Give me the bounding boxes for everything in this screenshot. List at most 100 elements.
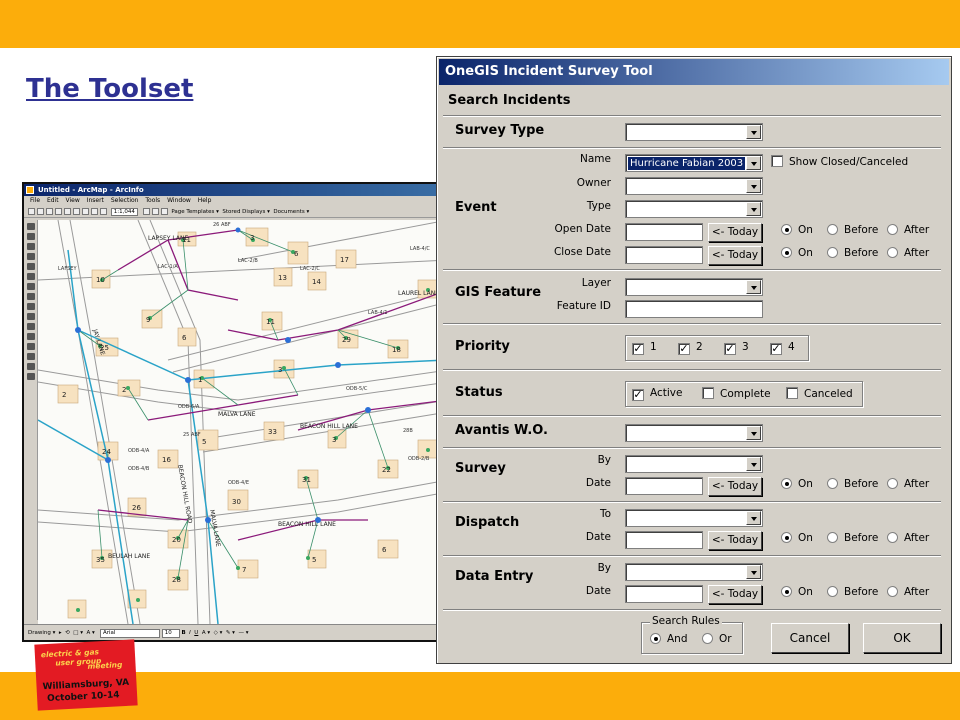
bold-button[interactable]: B xyxy=(181,630,185,636)
new-icon[interactable] xyxy=(28,208,35,215)
radio-icon[interactable] xyxy=(887,586,898,597)
checkbox-icon[interactable] xyxy=(771,155,783,167)
add-data-icon[interactable] xyxy=(100,208,107,215)
pan-icon[interactable] xyxy=(27,263,35,270)
menu-file[interactable]: File xyxy=(30,197,40,204)
radio-icon[interactable] xyxy=(887,247,898,258)
survey-before-radio[interactable]: Before xyxy=(827,478,878,490)
radio-icon[interactable] xyxy=(887,478,898,489)
print-icon[interactable] xyxy=(55,208,62,215)
radio-selected-icon[interactable] xyxy=(781,224,792,235)
chevron-down-icon[interactable] xyxy=(746,426,761,440)
radio-icon[interactable] xyxy=(702,633,713,644)
event-name-combo[interactable]: Hurricane Fabian 2003 xyxy=(625,154,763,172)
priority-2-checkbox[interactable]: ✓ 2 xyxy=(678,341,703,355)
scale-field[interactable]: 1:1,044 xyxy=(110,207,138,216)
menu-help[interactable]: Help xyxy=(198,197,212,204)
chevron-down-icon[interactable] xyxy=(746,565,761,579)
chevron-down-icon[interactable] xyxy=(746,125,761,139)
map-view[interactable]: LAPSEY LANE LAUREL LANE MALVA LANE BEACO… xyxy=(37,219,444,625)
open-date-on-radio[interactable]: On xyxy=(781,224,813,236)
radio-icon[interactable] xyxy=(827,586,838,597)
documents-menu[interactable]: Documents xyxy=(273,209,304,215)
chevron-down-icon[interactable] xyxy=(746,457,761,471)
priority-4-checkbox[interactable]: ✓ 4 xyxy=(770,341,795,355)
close-date-on-radio[interactable]: On xyxy=(781,247,813,259)
close-date-before-radio[interactable]: Before xyxy=(827,247,878,259)
menu-window[interactable]: Window xyxy=(167,197,191,204)
survey-type-combo[interactable] xyxy=(625,123,763,141)
priority-3-checkbox[interactable]: ✓ 3 xyxy=(724,341,749,355)
select-elements-icon[interactable] xyxy=(27,323,35,330)
survey-today-button[interactable]: <- Today xyxy=(708,477,762,496)
radio-selected-icon[interactable] xyxy=(650,633,661,644)
radio-icon[interactable] xyxy=(887,532,898,543)
zoom-out-icon[interactable] xyxy=(27,233,35,240)
data-entry-date-input[interactable] xyxy=(625,585,703,603)
delete-icon[interactable] xyxy=(91,208,98,215)
drawing-menu[interactable]: Drawing xyxy=(28,630,51,636)
page-templates-menu[interactable]: Page Templates xyxy=(171,209,214,215)
checkmark-icon[interactable]: ✓ xyxy=(632,343,644,355)
status-complete-checkbox[interactable]: Complete xyxy=(702,387,771,400)
ok-button[interactable]: OK xyxy=(863,623,941,653)
radio-icon[interactable] xyxy=(887,224,898,235)
find-icon[interactable] xyxy=(27,343,35,350)
font-size-select[interactable]: 10 xyxy=(161,629,180,638)
menu-selection[interactable]: Selection xyxy=(111,197,139,204)
catalog-icon[interactable] xyxy=(151,208,159,215)
owner-combo[interactable] xyxy=(625,177,763,195)
menu-insert[interactable]: Insert xyxy=(87,197,104,204)
dispatch-before-radio[interactable]: Before xyxy=(827,532,878,544)
checkbox-icon[interactable] xyxy=(702,387,714,399)
radio-selected-icon[interactable] xyxy=(781,532,792,543)
chevron-down-icon[interactable] xyxy=(746,156,761,170)
menu-tools[interactable]: Tools xyxy=(145,197,160,204)
save-icon[interactable] xyxy=(46,208,53,215)
dispatch-to-combo[interactable] xyxy=(625,509,763,527)
radio-selected-icon[interactable] xyxy=(781,247,792,258)
open-icon[interactable] xyxy=(37,208,44,215)
toolbox-icon[interactable] xyxy=(160,208,168,215)
checkmark-icon[interactable]: ✓ xyxy=(678,343,690,355)
radio-selected-icon[interactable] xyxy=(781,478,792,489)
dispatch-after-radio[interactable]: After xyxy=(887,532,929,544)
editor-icon[interactable] xyxy=(142,208,150,215)
fixed-zoom-in-icon[interactable] xyxy=(27,243,35,250)
open-date-input[interactable] xyxy=(625,223,703,241)
checkmark-icon[interactable]: ✓ xyxy=(724,343,736,355)
measure-icon[interactable] xyxy=(27,353,35,360)
radio-icon[interactable] xyxy=(827,224,838,235)
search-rule-and-radio[interactable]: And xyxy=(650,633,688,645)
feature-id-input[interactable] xyxy=(625,300,763,318)
data-entry-by-combo[interactable] xyxy=(625,563,763,581)
survey-date-input[interactable] xyxy=(625,477,703,495)
font-select[interactable]: Arial xyxy=(99,629,160,638)
data-entry-today-button[interactable]: <- Today xyxy=(708,585,762,604)
show-closed-checkbox[interactable]: Show Closed/Canceled xyxy=(771,155,908,168)
checkmark-icon[interactable]: ✓ xyxy=(770,343,782,355)
close-date-after-radio[interactable]: After xyxy=(887,247,929,259)
status-active-checkbox[interactable]: ✓ Active xyxy=(632,387,682,401)
italic-button[interactable]: I xyxy=(189,630,191,636)
zoom-in-icon[interactable] xyxy=(27,223,35,230)
back-arrow-icon[interactable] xyxy=(27,293,35,300)
survey-on-radio[interactable]: On xyxy=(781,478,813,490)
radio-selected-icon[interactable] xyxy=(781,586,792,597)
open-date-before-radio[interactable]: Before xyxy=(827,224,878,236)
status-canceled-checkbox[interactable]: Canceled xyxy=(786,387,853,400)
layer-combo[interactable] xyxy=(625,278,763,296)
chevron-down-icon[interactable] xyxy=(746,202,761,216)
fixed-zoom-out-icon[interactable] xyxy=(27,253,35,260)
forward-arrow-icon[interactable] xyxy=(27,303,35,310)
dispatch-on-radio[interactable]: On xyxy=(781,532,813,544)
cut-icon[interactable] xyxy=(64,208,71,215)
radio-icon[interactable] xyxy=(827,532,838,543)
underline-button[interactable]: U xyxy=(194,630,198,636)
radio-icon[interactable] xyxy=(827,478,838,489)
open-date-after-radio[interactable]: After xyxy=(887,224,929,236)
survey-after-radio[interactable]: After xyxy=(887,478,929,490)
close-date-input[interactable] xyxy=(625,246,703,264)
radio-icon[interactable] xyxy=(827,247,838,258)
search-rule-or-radio[interactable]: Or xyxy=(702,633,732,645)
